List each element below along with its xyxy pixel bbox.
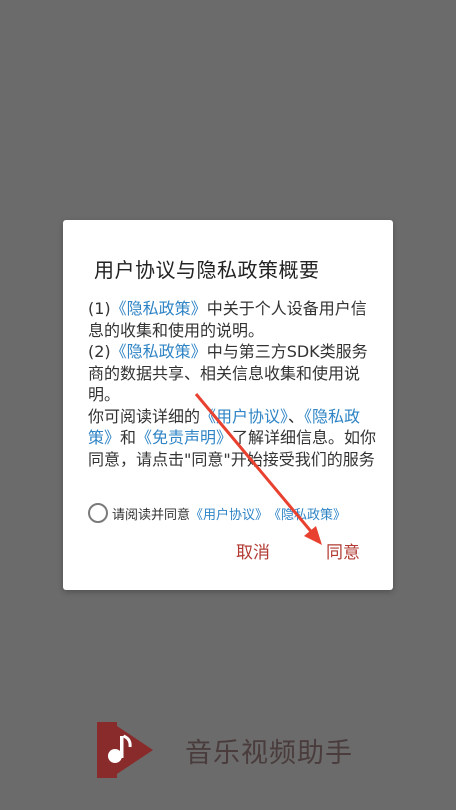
p2-prefix: (2)	[88, 342, 111, 361]
p3-and: 和	[120, 428, 137, 447]
agree-user-agreement-link[interactable]: 《用户协议》	[190, 504, 268, 523]
privacy-policy-link-2[interactable]: 《隐私政策》	[111, 342, 207, 361]
disclaimer-link[interactable]: 《免责声明》	[136, 428, 232, 447]
privacy-policy-link-1[interactable]: 《隐私政策》	[111, 299, 207, 318]
agree-privacy-policy-link[interactable]: 《隐私政策》	[268, 504, 346, 523]
agree-row: 请阅读并同意 《用户协议》 《隐私政策》	[88, 501, 346, 525]
user-agreement-link[interactable]: 《用户协议》	[200, 407, 288, 426]
p1-prefix: (1)	[88, 299, 111, 318]
p3-separator: 、	[288, 406, 305, 426]
app-brand: 音乐视频助手	[95, 720, 353, 780]
agree-text: 请阅读并同意	[112, 507, 191, 523]
agree-button[interactable]: 同意	[326, 538, 360, 563]
app-name: 音乐视频助手	[185, 737, 353, 769]
privacy-dialog: 用户协议与隐私政策概要 (1)《隐私政策》中关于个人设备用户信息的收集和使用的说…	[63, 220, 393, 590]
dialog-title: 用户协议与隐私政策概要	[94, 258, 320, 282]
dialog-body: (1)《隐私政策》中关于个人设备用户信息的收集和使用的说明。 (2)《隐私政策》…	[88, 298, 378, 470]
agree-radio[interactable]	[88, 503, 108, 523]
cancel-button[interactable]: 取消	[236, 538, 270, 563]
play-note-logo-icon	[97, 722, 153, 778]
p3-text-1: 你可阅读详细的	[88, 406, 201, 426]
